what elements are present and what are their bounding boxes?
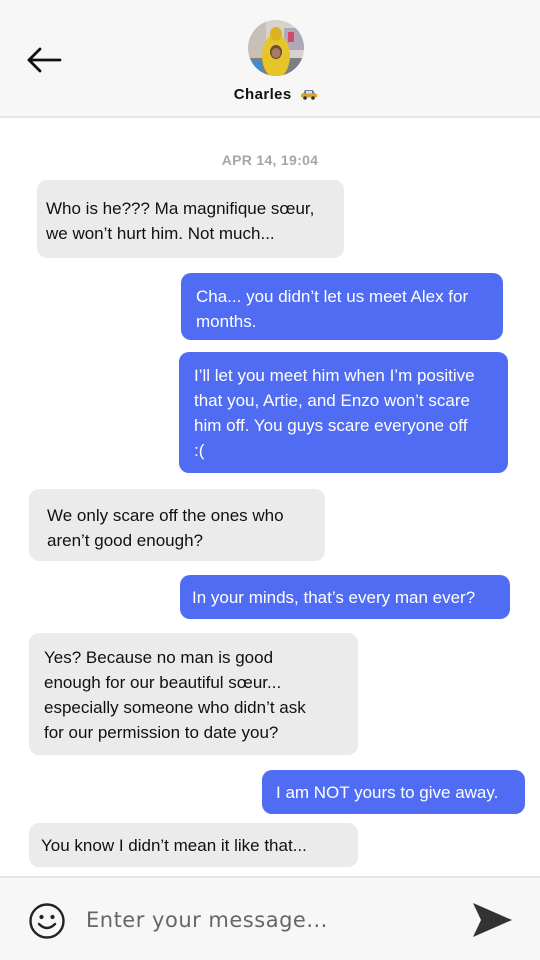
avatar[interactable] [248, 20, 304, 76]
car-emoji-icon [300, 87, 318, 104]
send-icon [473, 903, 512, 937]
message-text: We only scare off the ones who [47, 506, 284, 525]
message-text: :( [194, 441, 205, 460]
message-text: months. [196, 312, 257, 331]
avatar-image [248, 20, 304, 76]
message-text: I am NOT yours to give away. [276, 783, 499, 802]
message-bubble-outgoing[interactable]: In your minds, that’s every man ever? [180, 575, 510, 619]
message-input[interactable] [86, 898, 446, 942]
emoji-button[interactable] [28, 902, 66, 940]
message-text: especially someone who didn’t ask [44, 698, 306, 717]
message-bubble-outgoing[interactable]: I am NOT yours to give away. [262, 770, 525, 814]
contact-name-row[interactable]: Charles [0, 86, 540, 104]
chat-screen: Charles APR 14, 19:04 Who is he??? Ma ma… [0, 0, 540, 960]
message-text: aren’t good enough? [47, 531, 203, 550]
message-timestamp: APR 14, 19:04 [221, 152, 319, 168]
message-composer [0, 876, 540, 960]
message-text: Who is he??? Ma magnifique sœur, [46, 199, 315, 218]
chat-header: Charles [0, 0, 540, 118]
arrow-left-icon [27, 47, 62, 73]
message-bubble-outgoing[interactable]: Cha... you didn’t let us meet Alex for m… [181, 273, 503, 340]
message-bubble-incoming[interactable]: Who is he??? Ma magnifique sœur, we won’… [37, 180, 344, 258]
message-text: we won’t hurt him. Not much... [46, 224, 275, 243]
message-text: for our permission to date you? [44, 723, 279, 742]
message-text: You know I didn’t mean it like that... [41, 836, 307, 855]
message-text: Cha... you didn’t let us meet Alex for [196, 287, 469, 306]
message-bubble-outgoing[interactable]: I’ll let you meet him when I’m positive … [179, 352, 508, 473]
message-text: I’ll let you meet him when I’m positive [194, 366, 475, 385]
message-bubble-incoming[interactable]: Yes? Because no man is good enough for o… [29, 633, 358, 755]
back-button[interactable] [22, 40, 66, 80]
message-text: In your minds, that’s every man ever? [192, 588, 476, 607]
message-text: him off. You guys scare everyone off [194, 416, 468, 435]
message-bubble-incoming[interactable]: You know I didn’t mean it like that... [29, 823, 358, 867]
send-button[interactable] [470, 900, 514, 940]
message-text: that you, Artie, and Enzo won’t scare [194, 391, 470, 410]
smiley-icon [29, 903, 65, 939]
message-bubble-incoming[interactable]: We only scare off the ones who aren’t go… [29, 489, 325, 561]
contact-name: Charles [233, 86, 292, 103]
message-text: Yes? Because no man is good [44, 648, 274, 667]
message-text: enough for our beautiful sœur... [44, 673, 282, 692]
